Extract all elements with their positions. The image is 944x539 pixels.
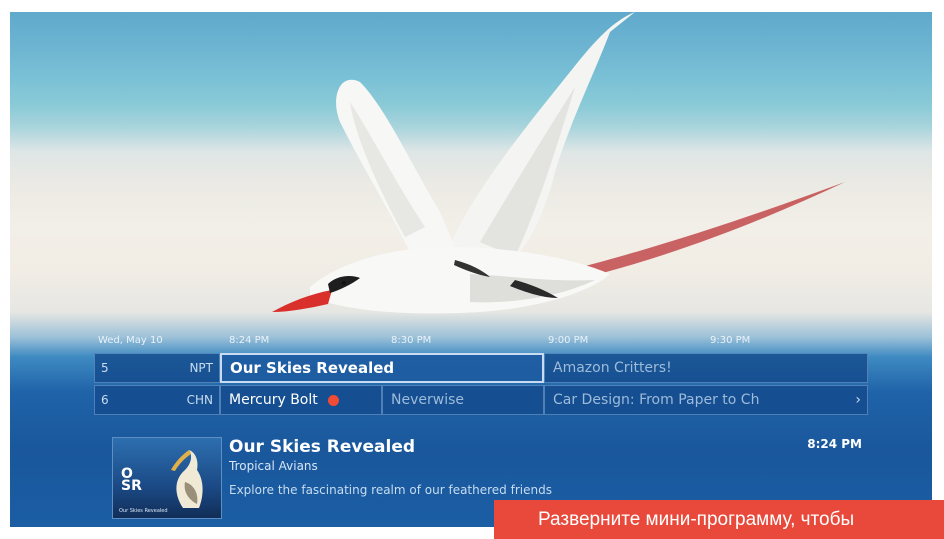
chevron-right-icon[interactable]: › (855, 392, 861, 408)
program-title: Mercury Bolt (229, 392, 318, 408)
channel-number: 5 (101, 361, 109, 375)
program-poster: O SR Our Skies Revealed (112, 437, 222, 519)
tv-screen: Wed, May 10 8:24 PM 8:30 PM 9:00 PM 9:30… (10, 12, 932, 527)
guide-date: Wed, May 10 (98, 335, 163, 346)
guide-timebar: Wed, May 10 8:24 PM 8:30 PM 9:00 PM 9:30… (10, 334, 932, 350)
program-title: Neverwise (391, 392, 464, 408)
record-dot-icon (327, 394, 339, 406)
program-description: Explore the fascinating realm of our fea… (229, 483, 552, 497)
program-subtitle: Tropical Avians (229, 459, 318, 473)
time-slot-label: 8:24 PM (229, 335, 270, 346)
program-title-heading: Our Skies Revealed (229, 437, 416, 457)
background-bird-image (272, 12, 845, 314)
time-slot-label: 9:30 PM (710, 335, 751, 346)
guide-row-npt: 5 NPT Our Skies Revealed Amazon Critters… (94, 353, 868, 383)
channel-callsign: CHN (186, 393, 213, 407)
program-title: Car Design: From Paper to Ch (553, 392, 760, 408)
bird-tail (570, 182, 845, 280)
guide-row-chn: 6 CHN Mercury Bolt Neverwise Car Design:… (94, 385, 868, 415)
program-cell[interactable]: Mercury Bolt (220, 385, 382, 415)
channel-callsign: NPT (189, 361, 213, 375)
time-slot-label: 8:30 PM (391, 335, 432, 346)
program-time: 8:24 PM (807, 437, 862, 451)
channel-cell[interactable]: 6 CHN (94, 385, 220, 415)
program-title: Amazon Critters! (553, 360, 672, 376)
program-cell[interactable]: Amazon Critters! (544, 353, 868, 383)
channel-number: 6 (101, 393, 109, 407)
poster-monogram: O SR (121, 466, 142, 494)
banner-text: Разверните мини-программу, чтобы (538, 508, 855, 530)
program-cell-selected[interactable]: Our Skies Revealed (220, 353, 544, 383)
program-cell[interactable]: Car Design: From Paper to Ch › (544, 385, 868, 415)
bird-lower-wing (336, 79, 455, 253)
poster-caption: Our Skies Revealed (119, 508, 168, 514)
program-title: Our Skies Revealed (230, 359, 395, 377)
expand-mini-program-banner[interactable]: Разверните мини-программу, чтобы (494, 500, 944, 539)
program-cell[interactable]: Neverwise (382, 385, 544, 415)
bird-beak (272, 290, 332, 312)
app-frame: Wed, May 10 8:24 PM 8:30 PM 9:00 PM 9:30… (0, 0, 944, 539)
time-slot-label: 9:00 PM (548, 335, 589, 346)
channel-cell[interactable]: 5 NPT (94, 353, 220, 383)
